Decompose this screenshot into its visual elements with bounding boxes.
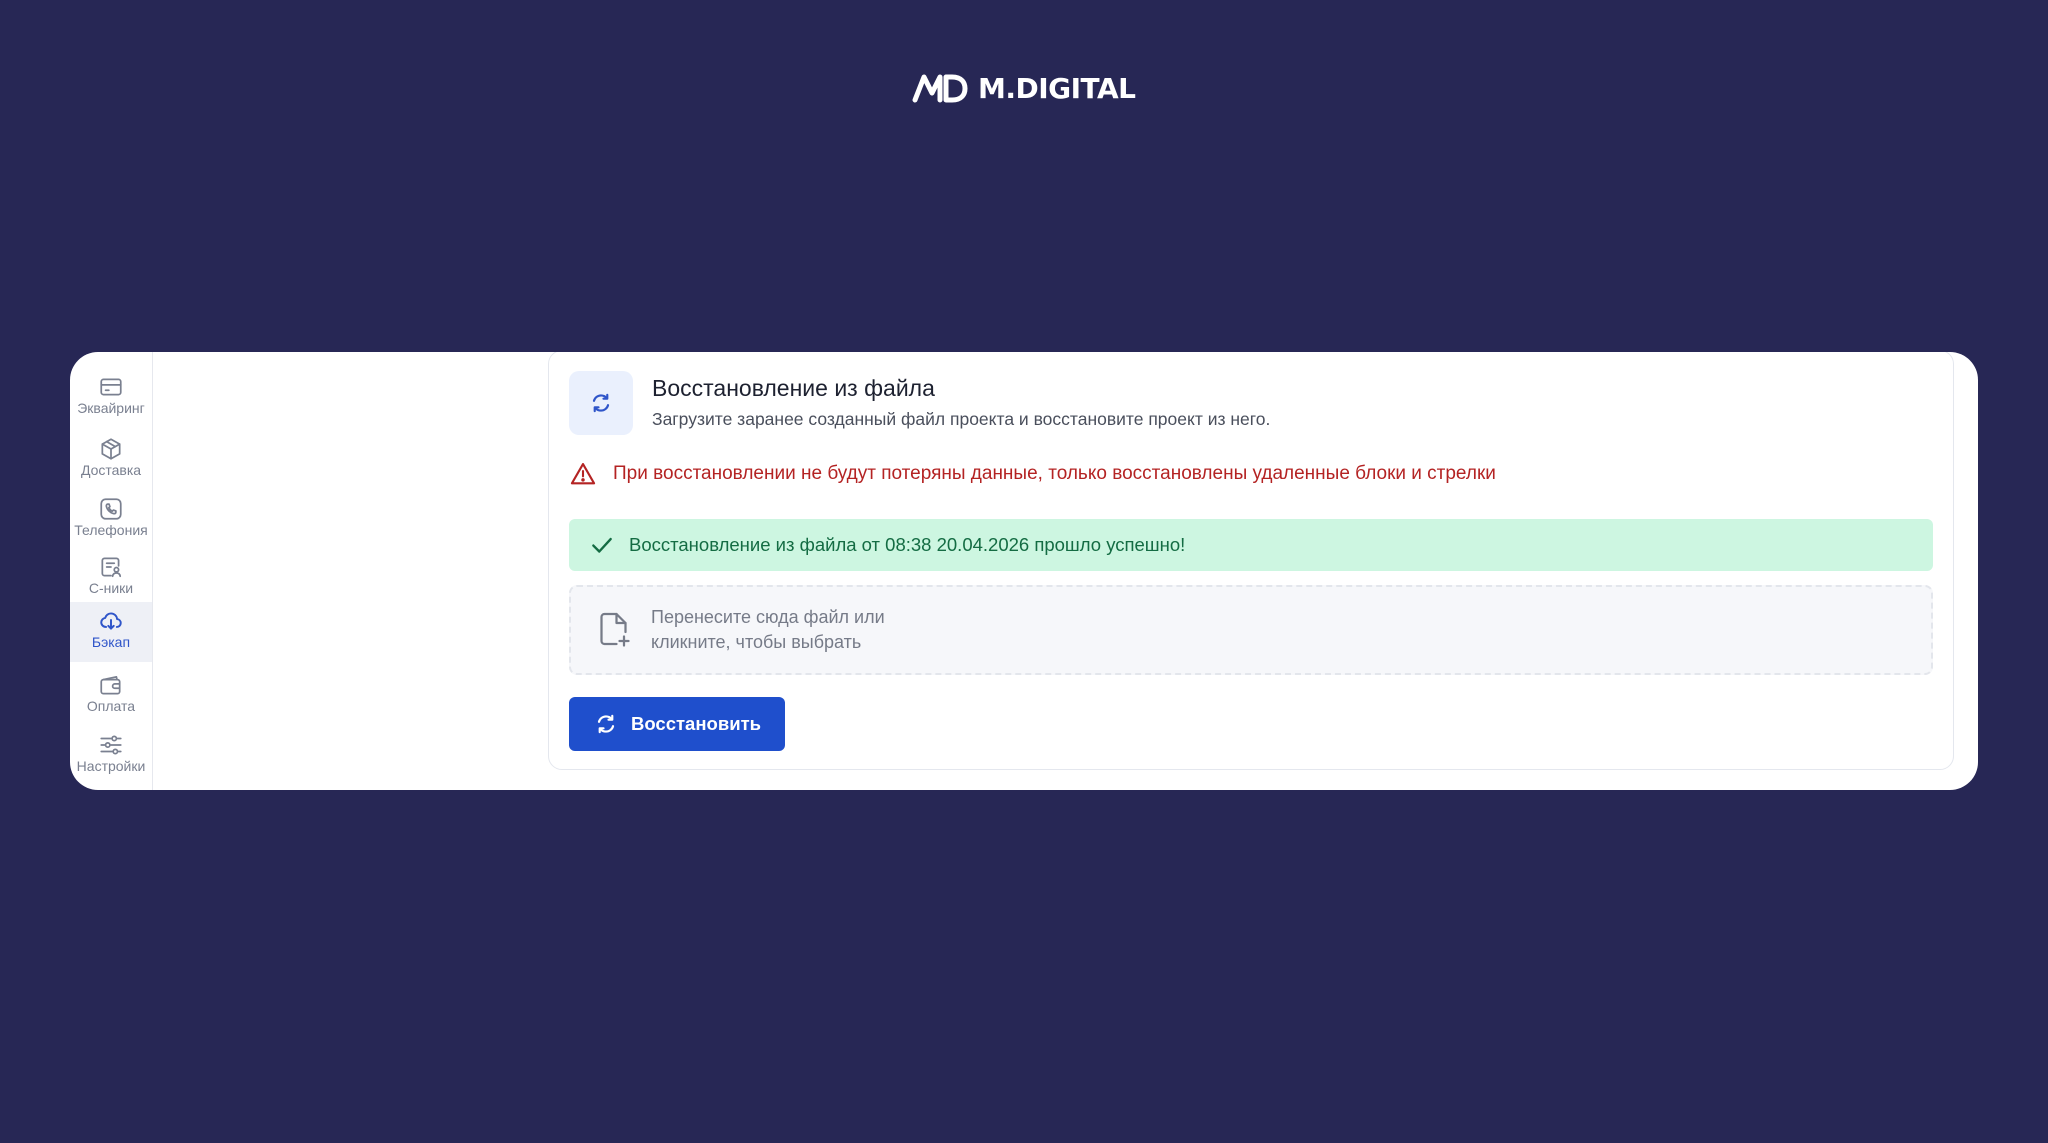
restore-title: Восстановление из файла [652,375,935,401]
refresh-icon [597,714,615,734]
success-alert: Восстановление из файла от 08:38 20.04.2… [569,519,1933,571]
success-text: Восстановление из файла от 08:38 20.04.2… [629,534,1186,555]
file-add-icon [600,612,630,647]
sidebar-item-label: С-ники [88,580,134,596]
brand-name: M.DIGITAL [978,71,1136,105]
sidebar-item-delivery[interactable]: Доставка [70,430,152,490]
restore-header-icon [569,371,633,435]
refresh-icon [592,393,610,413]
phone-icon [100,498,122,520]
sidebar-item-contacts[interactable]: С-ники [70,548,152,608]
sidebar-item-label: Настройки [76,758,146,774]
restore-button[interactable]: Восстановить [569,697,785,751]
check-icon [592,537,612,553]
sidebar-item-label: Телефония [74,522,148,538]
sidebar-item-label: Эквайринг [77,400,145,416]
wallet-icon [100,676,121,695]
brand-logo: M.DIGITAL [912,70,1136,106]
box-icon [101,438,121,460]
dropzone-text-line2: кликните, чтобы выбрать [651,632,862,652]
sidebar-item-backup[interactable]: Бэкап [70,602,152,662]
restore-button-label: Восстановить [631,713,761,734]
dropzone-text-line1: Перенесите сюда файл или [651,607,885,627]
sliders-icon [100,735,122,755]
contact-list-icon [101,557,122,578]
warning-text: При восстановлении не будут потеряны дан… [613,463,1496,484]
md-logo-icon [912,74,968,103]
warning-triangle-icon [570,463,596,485]
warning-message: При восстановлении не будут потеряны дан… [569,459,1496,489]
credit-card-icon [100,378,122,396]
sidebar-item-label: Бэкап [91,634,131,650]
sidebar-item-settings[interactable]: Настройки [70,726,152,786]
sidebar-item-telephony[interactable]: Телефония [70,490,152,550]
sidebar-item-label: Оплата [86,698,136,714]
restore-card: Восстановление из файла Загрузите заране… [548,352,1954,770]
sidebar: Эквайринг Доставка Телефония С-ники Бэка… [70,352,153,790]
sidebar-item-acquiring[interactable]: Эквайринг [70,368,152,428]
cloud-backup-icon [100,612,122,630]
restore-subtitle: Загрузите заранее созданный файл проекта… [652,409,1271,429]
settings-panel: Эквайринг Доставка Телефония С-ники Бэка… [70,352,1978,790]
file-dropzone[interactable]: Перенесите сюда файл или кликните, чтобы… [569,585,1933,675]
sidebar-item-payment[interactable]: Оплата [70,666,152,726]
sidebar-item-label: Доставка [80,462,142,478]
